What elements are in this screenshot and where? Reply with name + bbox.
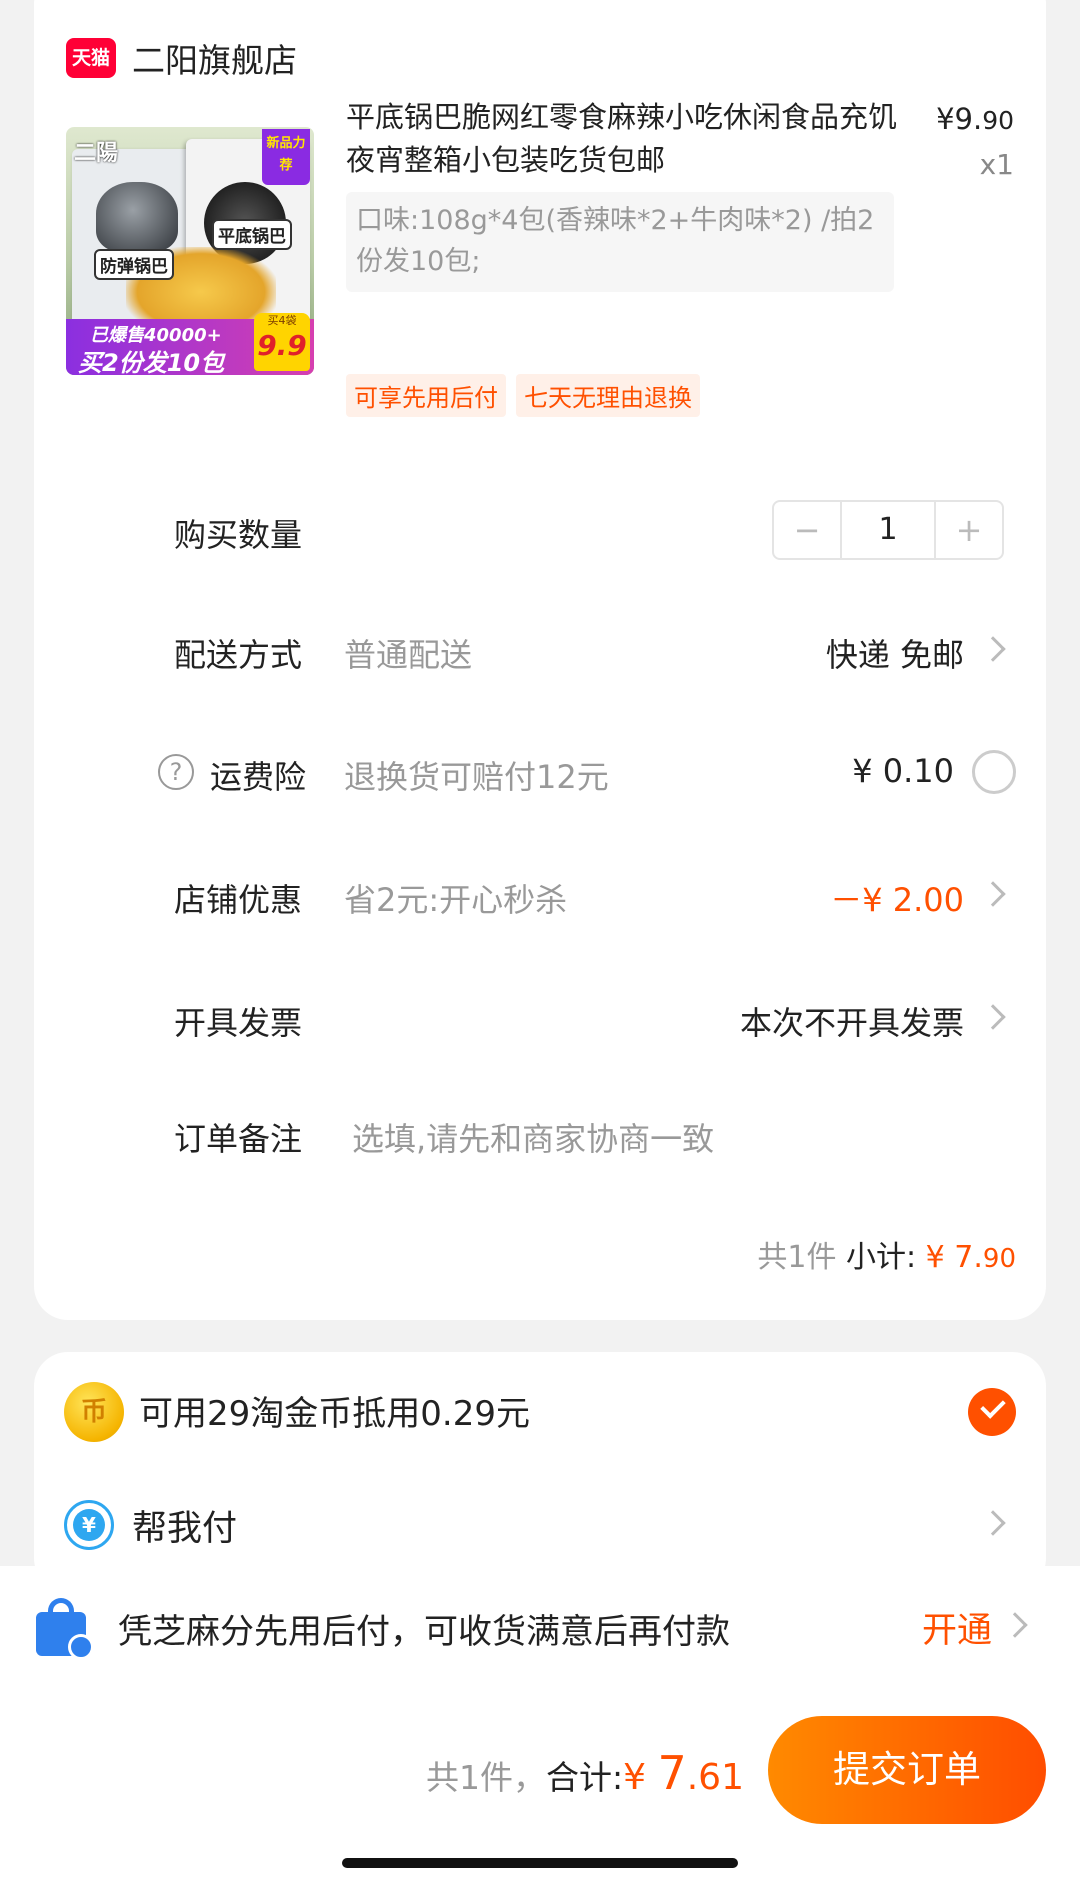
bag-label-1: 防弹锅巴 [94, 249, 174, 280]
quantity-stepper: − 1 + [772, 500, 1004, 560]
total-label: 合计: [545, 1758, 624, 1797]
total-amount: ¥ 7.61 [623, 1746, 744, 1800]
tag-return: 七天无理由退换 [516, 374, 700, 417]
delivery-row[interactable]: 配送方式 普通配送 快递 免邮 [34, 620, 1046, 680]
zhima-open-link[interactable]: 开通 [922, 1602, 992, 1653]
total-symbol: ¥ [623, 1757, 658, 1798]
product-image[interactable]: 二陽 防弹锅巴 平底锅巴 新品力荐 已爆售40000+ 买2份发10包 买4袋 … [66, 127, 314, 375]
tmall-logo-icon: 天猫 [66, 38, 116, 78]
insurance-price: ¥ 0.10 [852, 752, 954, 790]
discount-row[interactable]: 店铺优惠 省2元:开心秒杀 －¥ 2.00 [34, 865, 1046, 925]
minus-button[interactable]: − [774, 502, 840, 558]
total-int: 7 [657, 1746, 687, 1800]
remark-row: 订单备注 选填,请先和商家协商一致 [34, 1104, 1046, 1164]
insurance-radio[interactable] [972, 750, 1016, 794]
image-price-tag: 买4袋 9.9 [254, 313, 310, 371]
sku-spec[interactable]: 口味:108g*4包(香辣味*2+牛肉味*2) /拍2份发10包; [346, 192, 894, 292]
store-header[interactable]: 天猫 二阳旗舰店 [66, 34, 297, 82]
invoice-value: 本次不开具发票 [739, 1004, 964, 1042]
coin-deduction-text: 可用29淘金币抵用0.29元 [139, 1394, 530, 1434]
price-int: 9. [954, 102, 983, 136]
help-pay-label[interactable]: 帮我付 [132, 1500, 237, 1551]
delivery-sub: 普通配送 [344, 636, 473, 674]
subtotal: 共1件 小计: ¥ 7.90 [757, 1232, 1016, 1276]
insurance-label: 运费险 [210, 758, 307, 796]
invoice-row[interactable]: 开具发票 本次不开具发票 [34, 988, 1046, 1048]
taojinbi-coin-icon: 币 [64, 1382, 124, 1442]
total-cents: .61 [686, 1757, 744, 1798]
help-icon[interactable]: ? [158, 754, 194, 790]
chevron-right-icon [980, 636, 1006, 662]
subtotal-cents: 90 [982, 1244, 1016, 1274]
submit-order-button[interactable]: 提交订单 [768, 1716, 1046, 1824]
subtotal-symbol: ¥ [925, 1240, 945, 1275]
price-tag-value: 9.9 [257, 329, 307, 362]
store-name[interactable]: 二阳旗舰店 [132, 34, 297, 82]
payment-options-card: 币 可用29淘金币抵用0.29元 ¥ 帮我付 [34, 1352, 1046, 1592]
product-title[interactable]: 平底锅巴脆网红零食麻辣小吃休闲食品充饥夜宵整箱小包装吃货包邮 [346, 96, 906, 182]
chevron-right-icon [980, 881, 1006, 907]
discount-label: 店铺优惠 [174, 881, 303, 919]
promo-text: 买2份发10包 [78, 349, 225, 375]
price-symbol: ¥ [936, 102, 955, 136]
yuan-icon: ¥ [73, 1509, 105, 1541]
new-badge: 新品力荐 [262, 129, 310, 185]
zhima-credit-text: 凭芝麻分先用后付，可收货满意后再付款 [118, 1612, 730, 1652]
order-confirm-page: 天猫 二阳旗舰店 二陽 防弹锅巴 平底锅巴 新品力荐 已爆售40000+ 买2份… [0, 0, 1080, 1884]
help-pay-icon: ¥ [64, 1500, 114, 1550]
price-cents: 90 [982, 106, 1014, 135]
discount-sub: 省2元:开心秒杀 [344, 881, 568, 919]
invoice-label: 开具发票 [174, 1004, 303, 1042]
delivery-value: 快递 免邮 [825, 636, 964, 674]
quantity-row: 购买数量 − 1 + [34, 500, 1046, 560]
chevron-right-icon[interactable] [1002, 1612, 1028, 1638]
subtotal-count: 共1件 [757, 1240, 837, 1275]
service-tags: 可享先用后付 七天无理由退换 [346, 374, 700, 417]
subtotal-amount: ¥ 7.90 [926, 1240, 1016, 1275]
discount-value: －¥ 2.00 [830, 881, 964, 919]
price-tag-top: 买4袋 [267, 314, 297, 327]
helmet-graphic [96, 182, 178, 252]
quantity-label: 购买数量 [174, 516, 303, 554]
remark-input[interactable]: 选填,请先和商家协商一致 [352, 1114, 714, 1160]
bottom-bar: 凭芝麻分先用后付，可收货满意后再付款 开通 共1件，合计:¥ 7.61 提交订单 [0, 1566, 1080, 1884]
insurance-row: ? 运费险 退换货可赔付12元 ¥ 0.10 [34, 742, 1046, 802]
product-brand-mark: 二陽 [74, 141, 119, 166]
product-price: ¥9.90 [936, 102, 1014, 136]
remark-label: 订单备注 [174, 1120, 303, 1158]
coin-checkbox[interactable] [968, 1388, 1016, 1436]
total-count: 共1件， [425, 1758, 546, 1797]
shopping-bag-icon [36, 1596, 94, 1660]
delivery-label: 配送方式 [174, 636, 303, 674]
insurance-sub: 退换货可赔付12元 [344, 758, 609, 796]
subtotal-label: 小计: [836, 1240, 926, 1275]
home-indicator [342, 1858, 738, 1868]
quantity-input[interactable]: 1 [840, 502, 936, 558]
order-card: 天猫 二阳旗舰店 二陽 防弹锅巴 平底锅巴 新品力荐 已爆售40000+ 买2份… [34, 0, 1046, 1320]
subtotal-int: 7. [954, 1240, 983, 1275]
chevron-right-icon [980, 1004, 1006, 1030]
tag-pay-later: 可享先用后付 [346, 374, 506, 417]
bag-label-2: 平底锅巴 [212, 219, 292, 250]
product-quantity: x1 [979, 148, 1014, 181]
chevron-right-icon[interactable] [980, 1510, 1006, 1536]
order-total: 共1件，合计:¥ 7.61 [426, 1746, 744, 1800]
plus-button[interactable]: + [936, 502, 1002, 558]
